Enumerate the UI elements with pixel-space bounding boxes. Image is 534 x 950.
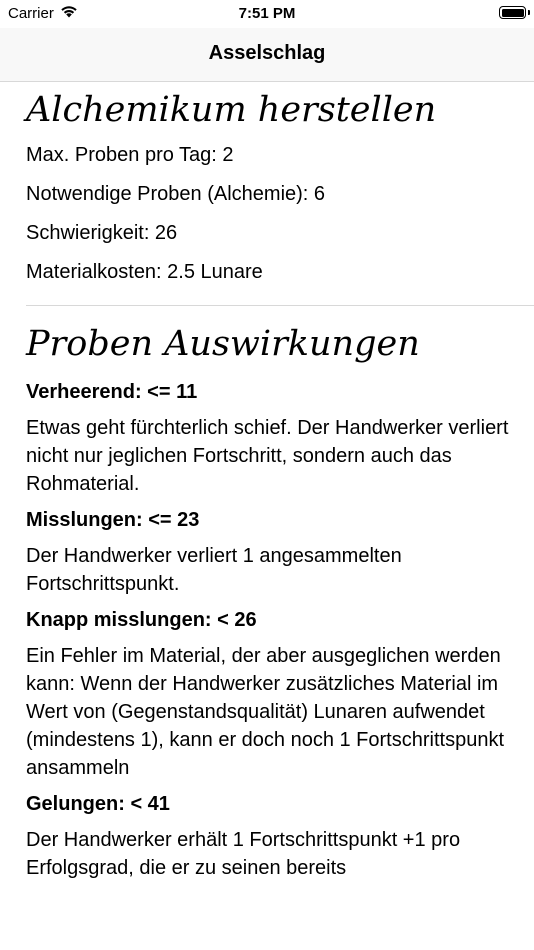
max-trials-stat: Max. Proben pro Tag: 2 [26, 144, 234, 166]
required-trials-stat: Notwendige Proben (Alchemie): 6 [26, 183, 326, 205]
battery-icon [499, 6, 526, 19]
status-bar: Carrier 7:51 PM [0, 0, 534, 28]
effect-text: Ein Fehler im Material, der aber ausgegl… [26, 645, 505, 779]
crafting-section: Alchemikum herstellen Max. Proben pro Ta… [26, 84, 516, 292]
difficulty-stat: Schwierigkeit: 26 [26, 222, 178, 244]
effect-text: Der Handwerker erhält 1 Fortschrittspunk… [26, 829, 461, 879]
clock: 7:51 PM [238, 5, 296, 22]
nav-title: Asselschlag [208, 42, 326, 64]
effect-heading: Verheerend: <= 11 [26, 381, 198, 403]
effects-section: Proben Auswirkungen Verheerend: <= 11 Et… [26, 318, 516, 890]
crafting-title: Alchemikum herstellen [26, 90, 437, 130]
effects-title: Proben Auswirkungen [26, 324, 420, 364]
section-divider [26, 305, 534, 306]
effect-heading: Gelungen: < 41 [26, 793, 170, 815]
effect-text: Etwas geht fürchterlich schief. Der Hand… [26, 417, 509, 495]
navigation-bar: Asselschlag [0, 28, 534, 82]
material-cost-stat: Materialkosten: 2.5 Lunare [26, 261, 263, 283]
battery-tip [528, 10, 530, 15]
effect-text: Der Handwerker verliert 1 angesammelten … [26, 545, 402, 595]
effect-heading: Misslungen: <= 23 [26, 509, 200, 531]
effect-heading: Knapp misslungen: < 26 [26, 609, 257, 631]
